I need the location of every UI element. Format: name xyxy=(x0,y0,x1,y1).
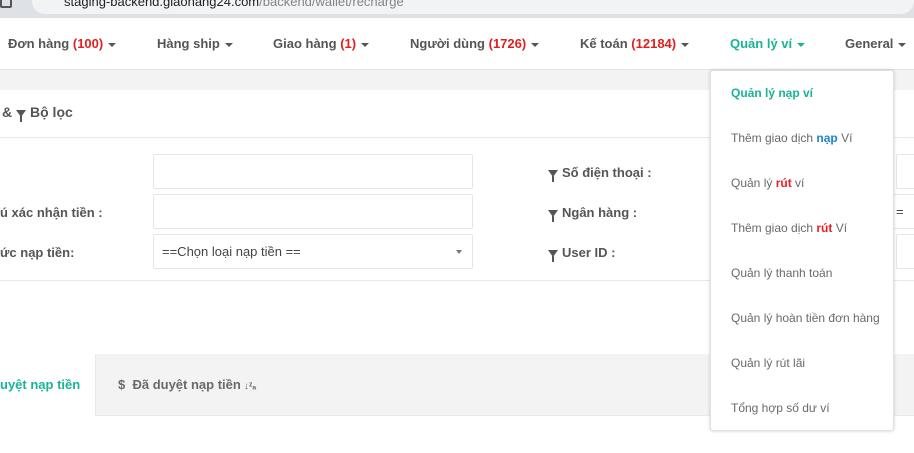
chevron-down-icon xyxy=(797,42,806,47)
sort-alpha-icon: ↓ᶻₐ xyxy=(243,381,257,392)
tab-pending-recharge[interactable]: uyệt nạp tiền xyxy=(0,354,96,416)
confirm-money-input[interactable] xyxy=(153,194,473,229)
filter-icon xyxy=(16,109,26,122)
filter-icon xyxy=(548,210,558,223)
browser-address-bar: staging-backend.giaohang24.com/backend/w… xyxy=(0,0,914,18)
nav-shipping-goods[interactable]: Hàng ship xyxy=(157,18,233,70)
filter-panel-title: & Bộ lọc xyxy=(2,104,73,122)
menu-item-wallet-balance-summary[interactable]: Tổng hợp số dư ví xyxy=(731,401,830,415)
recharge-method-select[interactable]: ==Chọn loại nạp tiền == xyxy=(153,234,473,269)
nav-delivery[interactable]: Giao hàng (1) xyxy=(273,18,370,70)
search-input-1[interactable] xyxy=(153,154,473,189)
label-phone: Số điện thoại : xyxy=(548,165,652,183)
dollar-icon: $ xyxy=(118,377,126,392)
filter-icon xyxy=(548,250,558,263)
wallet-dropdown-menu: Quản lý nạp ví Thêm giao dịch nạp Ví Quả… xyxy=(710,70,894,431)
label-confirm-money: ú xác nhận tiền : xyxy=(0,205,103,220)
menu-item-refund-management[interactable]: Quản lý hoàn tiền đơn hàng xyxy=(731,311,880,325)
url-text[interactable]: staging-backend.giaohang24.com/backend/w… xyxy=(64,0,404,9)
menu-item-add-recharge[interactable]: Thêm giao dịch nạp Ví xyxy=(731,131,852,145)
label-recharge-method: ức nạp tiền: xyxy=(0,245,75,260)
chevron-down-icon xyxy=(224,42,233,47)
top-navbar: Đơn hàng (100) Hàng ship Giao hàng (1) N… xyxy=(0,18,914,70)
chevron-down-icon xyxy=(898,42,907,47)
menu-item-interest-withdraw[interactable]: Quản lý rút lãi xyxy=(731,356,805,370)
nav-users[interactable]: Người dùng (1726) xyxy=(410,18,540,70)
chevron-down-icon xyxy=(681,42,690,47)
lock-icon xyxy=(0,0,12,8)
nav-general[interactable]: General xyxy=(845,18,907,70)
chevron-down-icon xyxy=(361,42,370,47)
nav-accounting[interactable]: Kế toán (12184) xyxy=(580,18,690,70)
chevron-down-icon xyxy=(531,42,540,47)
bank-select[interactable]: = xyxy=(893,194,914,229)
label-user-id: User ID : xyxy=(548,245,615,263)
nav-orders[interactable]: Đơn hàng (100) xyxy=(8,18,117,70)
label-bank: Ngân hàng : xyxy=(548,205,637,223)
menu-item-add-withdraw[interactable]: Thêm giao dịch rút Ví xyxy=(731,221,847,235)
chevron-down-icon xyxy=(108,42,117,47)
menu-item-recharge-management[interactable]: Quản lý nạp ví xyxy=(731,86,813,100)
user-id-input[interactable] xyxy=(896,234,914,269)
menu-item-payment-management[interactable]: Quản lý thanh toán xyxy=(731,266,832,280)
nav-wallet-management[interactable]: Quản lý ví xyxy=(730,18,806,70)
tab-approved-recharge[interactable]: $ Đã duyệt nạp tiền ↓ᶻₐ xyxy=(118,354,256,416)
menu-item-withdraw-management[interactable]: Quản lý rút ví xyxy=(731,176,804,190)
phone-input[interactable] xyxy=(896,154,914,189)
filter-icon xyxy=(548,170,558,183)
chevron-down-icon xyxy=(456,250,462,254)
